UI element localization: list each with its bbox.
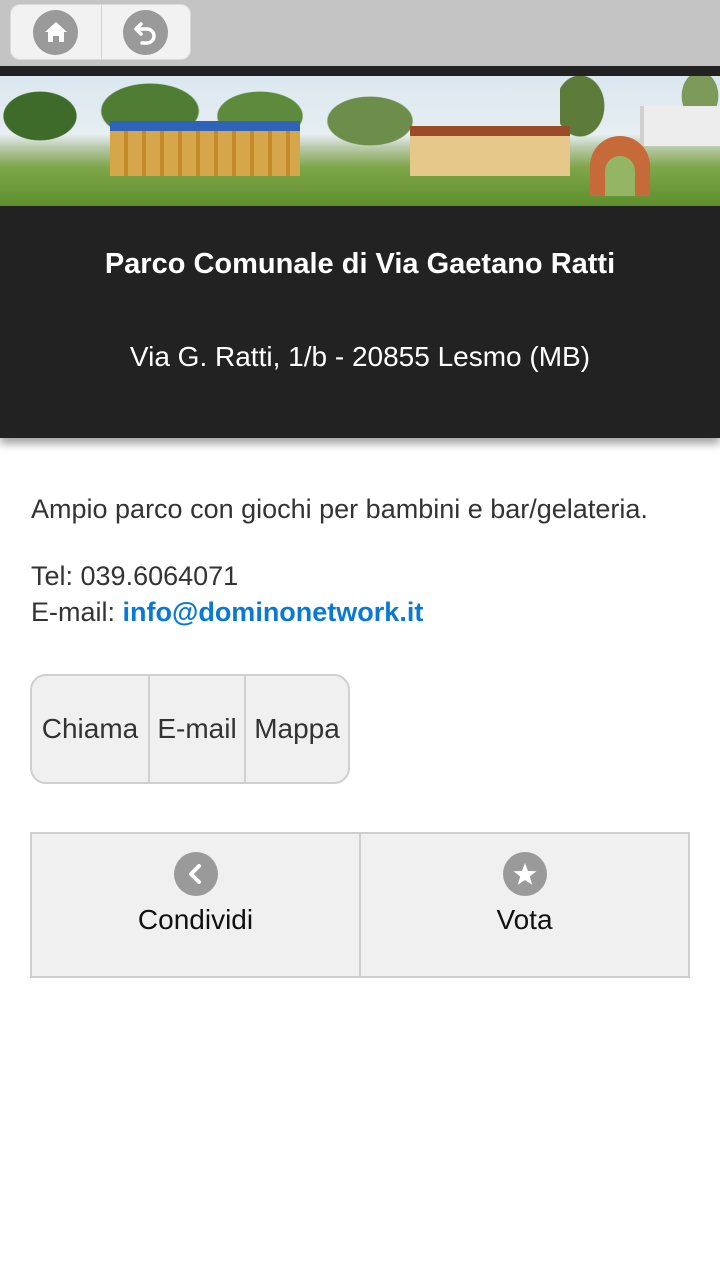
contact-actions: Chiama E-mail Mappa [30, 674, 350, 784]
vote-label: Vota [496, 904, 553, 935]
email-line: E-mail: info@dominonetwork.it [31, 597, 423, 628]
call-button[interactable]: Chiama [32, 676, 148, 782]
bottom-actions: Condividi Vota [30, 832, 690, 978]
place-title: Parco Comunale di Via Gaetano Ratti [104, 248, 616, 280]
phone-text: Tel: 039.6064071 [31, 561, 239, 591]
park-photo [0, 76, 720, 206]
home-button[interactable] [11, 5, 101, 59]
back-arrow-icon [123, 9, 169, 55]
share-button[interactable]: Condividi [32, 834, 359, 976]
playground-structure [110, 121, 300, 176]
back-button[interactable] [100, 5, 191, 59]
apartment-building [640, 106, 720, 146]
nav-button-group [10, 4, 191, 60]
star-icon [502, 852, 547, 896]
chevron-left-icon [173, 852, 218, 896]
email-button[interactable]: E-mail [148, 676, 244, 782]
email-label: E-mail: [31, 597, 123, 627]
email-link[interactable]: info@dominonetwork.it [123, 597, 424, 627]
bar-building [410, 126, 570, 176]
brick-arch [590, 136, 650, 196]
home-icon [33, 9, 79, 55]
share-label: Condividi [137, 904, 254, 935]
map-button[interactable]: Mappa [244, 676, 348, 782]
place-address: Via G. Ratti, 1/b - 20855 Lesmo (MB) [129, 341, 591, 372]
place-header: Parco Comunale di Via Gaetano Ratti Via … [0, 206, 720, 438]
place-description: Ampio parco con giochi per bambini e bar… [31, 494, 648, 524]
top-navigation-bar [0, 0, 720, 66]
header-divider [0, 66, 720, 76]
vote-button[interactable]: Vota [359, 834, 688, 976]
